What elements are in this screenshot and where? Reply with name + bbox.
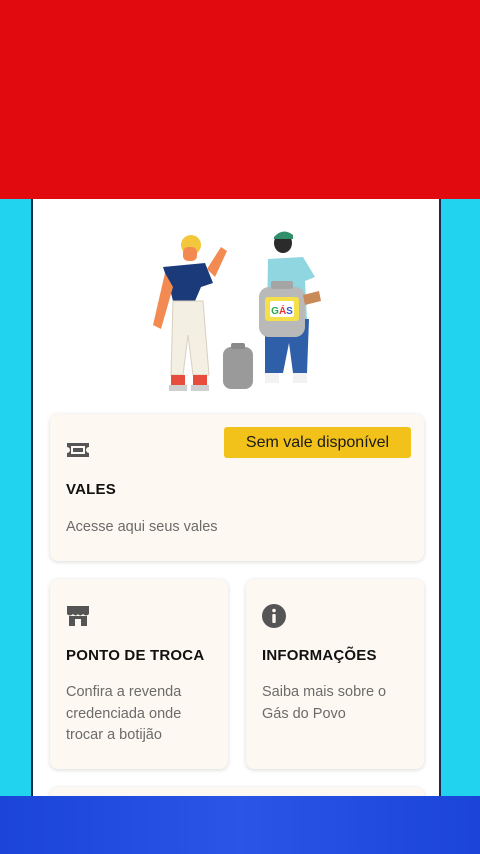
ponto-description: Confira a revenda credenciada onde troca… [66,684,182,743]
right-side-band [441,199,480,796]
bottom-blue-band [0,796,480,854]
next-card-peek [50,787,424,796]
no-voucher-badge: Sem vale disponível [224,427,411,458]
ponto-de-troca-card[interactable]: PONTO DE TROCA Confira a revenda credenc… [50,579,228,769]
info-icon [262,604,286,628]
vales-title: VALES [66,481,116,498]
info-title: INFORMAÇÕES [262,647,377,664]
store-icon [67,606,89,626]
informacoes-card[interactable]: INFORMAÇÕES Saiba mais sobre o Gás do Po… [246,579,424,769]
app-screen: GÁS VALES Acesse aqui seus vales Sem val… [31,199,441,796]
svg-text:GÁS: GÁS [271,304,293,317]
vales-description: Acesse aqui seus vales [66,519,218,535]
top-red-band [0,0,480,199]
ponto-title: PONTO DE TROCA [66,647,205,664]
info-description: Saiba mais sobre o Gás do Povo [262,684,387,722]
people-gas-illustration: GÁS [153,231,321,391]
ticket-icon [67,443,89,457]
left-side-band [0,199,31,796]
